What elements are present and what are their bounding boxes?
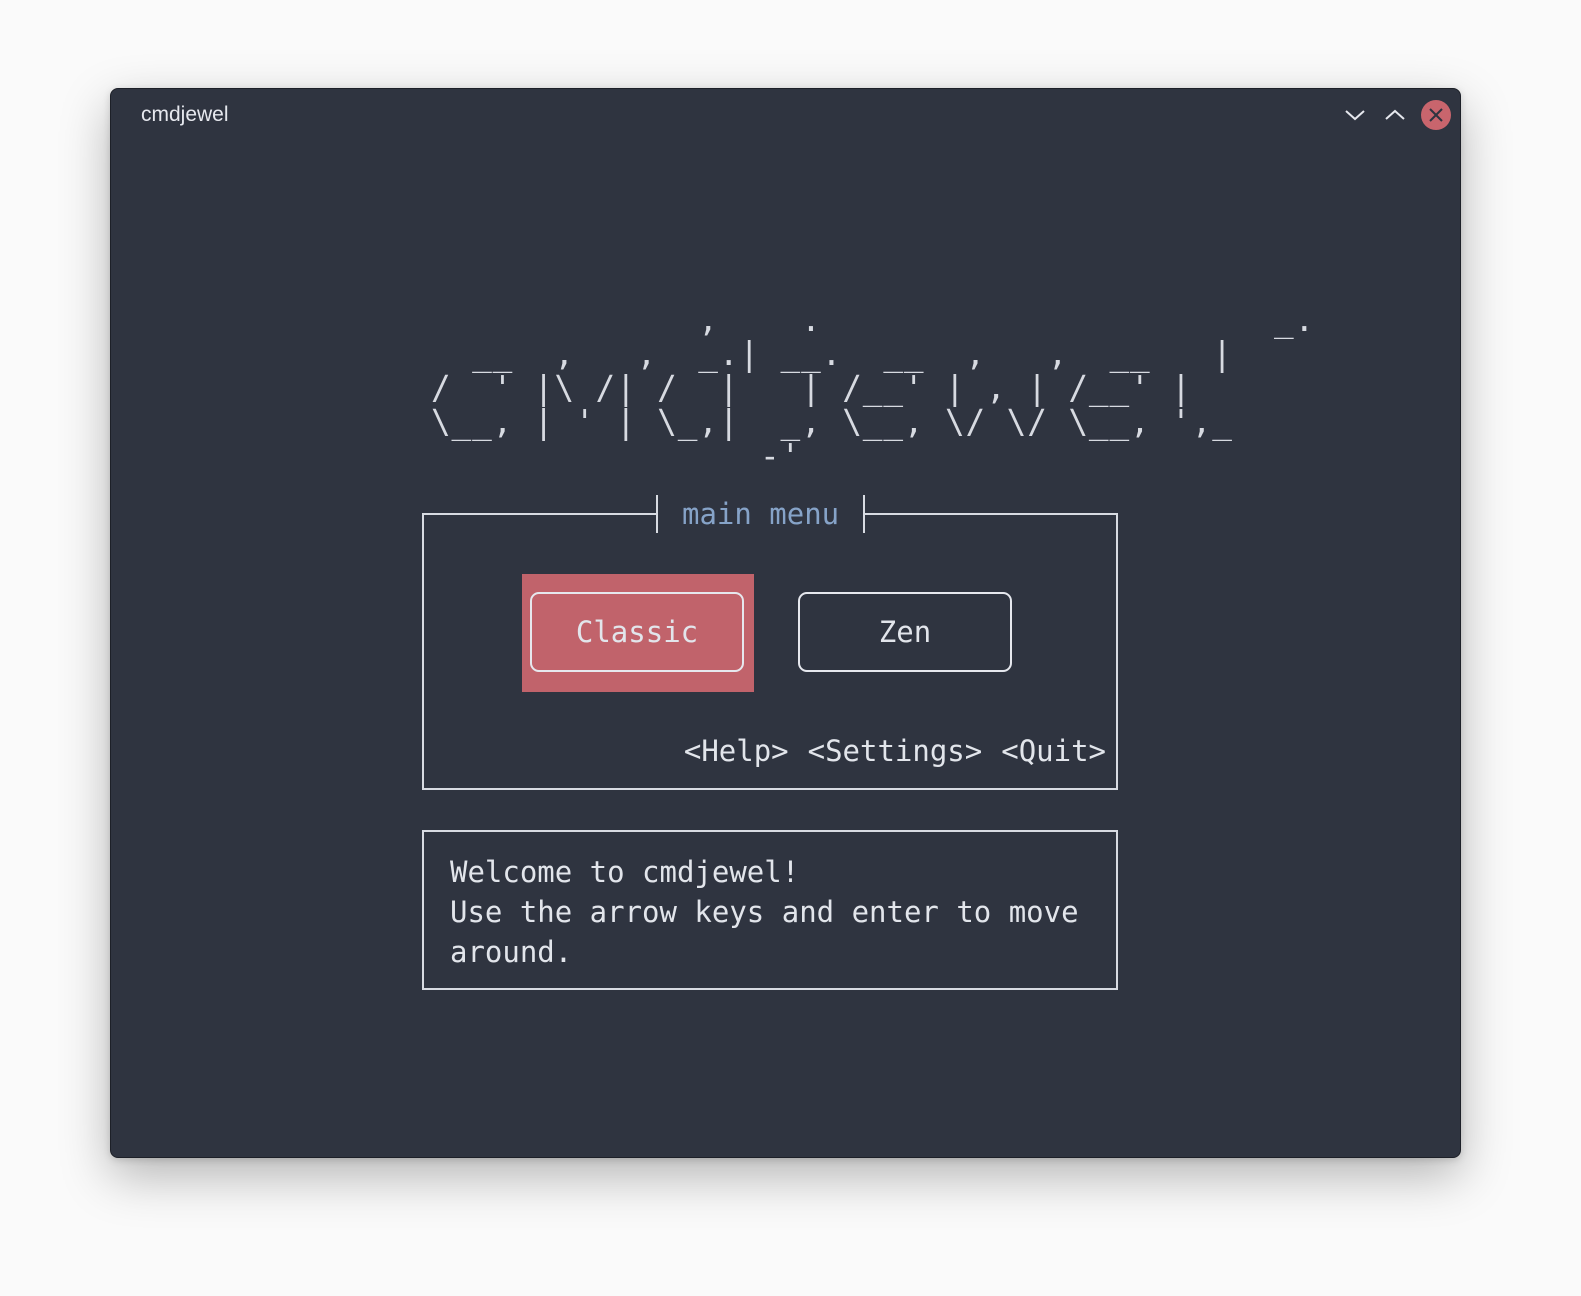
message-line-1: Welcome to cmdjewel!: [450, 855, 800, 889]
chevron-down-icon: [1345, 110, 1365, 121]
app-window: cmdjewel , . _. __ , , _.| __. __ , , __…: [110, 88, 1461, 1158]
main-menu-title-wrap: main menu: [646, 495, 876, 533]
zen-button[interactable]: Zen: [798, 592, 1012, 672]
close-icon: [1429, 108, 1443, 122]
settings-link[interactable]: <Settings>: [808, 734, 983, 768]
quit-link[interactable]: <Quit>: [1001, 734, 1106, 768]
message-line-2: Use the arrow keys and enter to move: [450, 895, 1079, 929]
menu-links: <Help> <Settings> <Quit>: [684, 734, 1106, 768]
maximize-button[interactable]: [1379, 99, 1411, 131]
classic-button[interactable]: Classic: [530, 592, 744, 672]
message-line-3: around.: [450, 935, 573, 969]
close-button[interactable]: [1420, 99, 1452, 131]
help-link[interactable]: <Help>: [684, 734, 789, 768]
title-bar[interactable]: cmdjewel: [111, 89, 1460, 141]
minimize-button[interactable]: [1339, 99, 1371, 131]
ascii-logo: , . _. __ , , _.| __. __ , , __ | / ' |\…: [431, 300, 1316, 475]
title-divider-left: [646, 495, 658, 533]
message-panel: Welcome to cmdjewel! Use the arrow keys …: [422, 830, 1118, 990]
main-menu-title: main menu: [682, 497, 840, 531]
close-button-circle: [1421, 100, 1451, 130]
chevron-up-icon: [1385, 109, 1405, 120]
title-divider-right: [863, 495, 876, 533]
window-title: cmdjewel: [141, 103, 229, 126]
main-menu-panel: main menu Classic Zen <Help> <Settings> …: [422, 495, 1118, 790]
